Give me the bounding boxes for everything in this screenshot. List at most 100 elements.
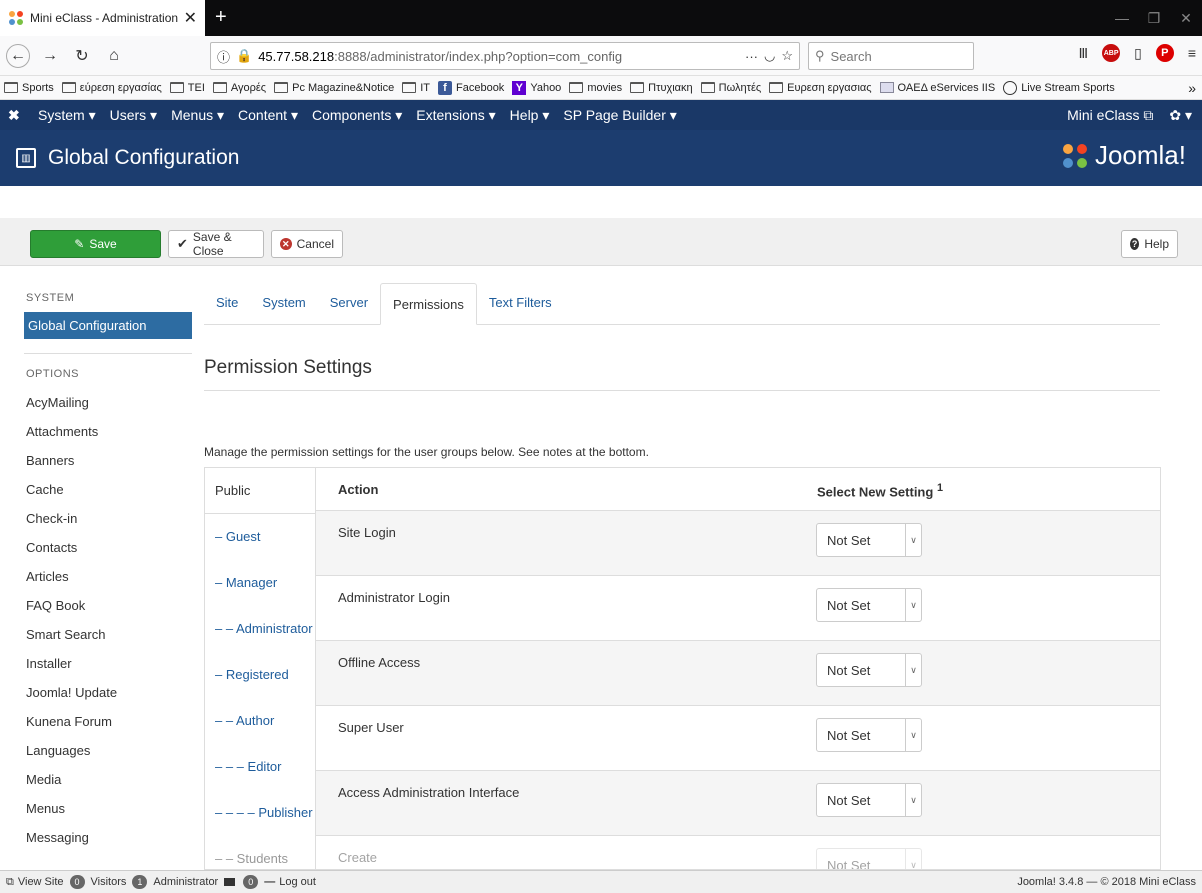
bookmark-item[interactable]: ΟΑΕΔ eServices IIS [879, 82, 995, 94]
joomla-menu-logo-icon[interactable]: ✖ [8, 107, 24, 124]
sidebar-item-global-configuration[interactable]: Global Configuration [24, 312, 192, 339]
help-button[interactable]: ? Help [1121, 230, 1178, 258]
sidebar-item-check-in[interactable]: Check-in [26, 504, 192, 533]
url-bar[interactable]: ⓘ 🔒 45.77.58.218:8888/administrator/inde… [210, 42, 800, 70]
adblock-icon[interactable]: ABP [1102, 44, 1121, 62]
sidebar-item-faq-book[interactable]: FAQ Book [26, 591, 192, 620]
save-close-button[interactable]: ✔ Save & Close [168, 230, 264, 258]
messages-count-badge[interactable]: 0 [243, 875, 259, 889]
bookmark-item[interactable]: Πωλητές [700, 82, 761, 94]
bookmark-item[interactable]: Y Yahoo [512, 80, 561, 95]
user-group-tab[interactable]: – Manager [205, 560, 315, 606]
window-close-icon[interactable]: ✕ [1170, 0, 1202, 36]
administrator-label[interactable]: Administrator [153, 876, 218, 888]
bookmark-star-icon[interactable]: ☆ [781, 48, 793, 64]
view-site-link[interactable]: View Site [18, 876, 64, 888]
more-bookmarks-icon[interactable]: » [1188, 80, 1196, 96]
menu-components[interactable]: Components ▾ [312, 107, 402, 124]
menu-extensions[interactable]: Extensions ▾ [416, 107, 495, 124]
url-host: 45.77.58.218 [258, 48, 335, 64]
tab-server[interactable]: Server [318, 282, 380, 324]
user-group-tab[interactable]: – – Administrator [205, 606, 315, 652]
sidebar-item-attachments[interactable]: Attachments [26, 417, 192, 446]
sidebar-item-articles[interactable]: Articles [26, 562, 192, 591]
user-group-tab[interactable]: Public [205, 468, 315, 514]
bookmark-item[interactable]: Sports [4, 82, 54, 94]
menu-help[interactable]: Help ▾ [510, 107, 550, 124]
sidebar-item-acymailing[interactable]: AcyMailing [26, 388, 192, 417]
bookmark-item[interactable]: εύρεση εργασίας [61, 82, 162, 94]
save-button[interactable]: ✎ Save [30, 230, 161, 258]
sidebar-item-installer[interactable]: Installer [26, 649, 192, 678]
sidebar-item-cache[interactable]: Cache [26, 475, 192, 504]
library-icon[interactable]: Ⅲ [1078, 45, 1088, 62]
permission-select[interactable]: Not Set ∨ [816, 523, 922, 557]
table-row: Site Login Not Set ∨ [316, 510, 1160, 576]
bookmark-label: Ευρεση εργασιας [787, 81, 872, 94]
insecure-lock-icon[interactable]: 🔒 [236, 48, 252, 64]
tab-site[interactable]: Site [204, 282, 250, 324]
menu-sp-page-builder[interactable]: SP Page Builder ▾ [563, 107, 676, 124]
sidebar-item-kunena-forum[interactable]: Kunena Forum [26, 707, 192, 736]
bookmark-item[interactable]: Ευρεση εργασιας [769, 81, 872, 94]
reload-icon[interactable]: ↻ [70, 44, 94, 68]
tab-title: Mini eClass - Administration - [30, 11, 178, 25]
tab-permissions[interactable]: Permissions [380, 283, 477, 325]
new-tab-icon[interactable]: + [215, 0, 227, 36]
tab-system[interactable]: System [250, 282, 317, 324]
bookmark-item[interactable]: Πτυχιακη [630, 82, 693, 94]
back-icon[interactable]: ← [6, 43, 30, 68]
bookmark-item[interactable]: IT [402, 82, 430, 94]
search-input[interactable]: ⚲ Search [808, 42, 974, 70]
user-group-tab[interactable]: – – Students [205, 836, 315, 869]
reader-icon[interactable]: ▯ [1134, 45, 1142, 62]
sidebar-item-banners[interactable]: Banners [26, 446, 192, 475]
page-actions-icon[interactable]: ··· [745, 49, 758, 64]
home-icon[interactable]: ⌂ [102, 44, 126, 68]
user-group-tab[interactable]: – – Author [205, 698, 315, 744]
folder-icon [212, 82, 227, 93]
pocket-icon[interactable]: ◡ [764, 48, 775, 64]
site-link[interactable]: Mini eClass ⧉ [1067, 107, 1153, 124]
sidebar-item-menus[interactable]: Menus [26, 794, 192, 823]
visitors-label[interactable]: Visitors [91, 876, 127, 888]
forward-icon[interactable]: → [38, 44, 62, 68]
permission-select[interactable]: Not Set ∨ [816, 783, 922, 817]
permission-select[interactable]: Not Set ∨ [816, 848, 922, 869]
page-title: Global Configuration [48, 146, 240, 169]
cancel-button[interactable]: ✕ Cancel [271, 230, 343, 258]
minimize-icon[interactable]: — [1106, 0, 1138, 36]
sidebar-item-messaging[interactable]: Messaging [26, 823, 192, 852]
user-settings-menu[interactable]: ✿ ▾ [1169, 107, 1192, 124]
browser-tab[interactable]: Mini eClass - Administration - ✕ [0, 0, 205, 36]
info-icon[interactable]: ⓘ [217, 47, 230, 66]
sidebar-item-contacts[interactable]: Contacts [26, 533, 192, 562]
user-group-tab[interactable]: – – – – Publisher [205, 790, 315, 836]
bookmark-item[interactable]: f Facebook [438, 80, 504, 95]
permission-select[interactable]: Not Set ∨ [816, 718, 922, 752]
menu-icon[interactable]: ≡ [1188, 45, 1196, 61]
user-group-tab[interactable]: – – – Editor [205, 744, 315, 790]
bookmark-item[interactable]: Live Stream Sports [1003, 80, 1115, 95]
menu-content[interactable]: Content ▾ [238, 107, 298, 124]
logout-link[interactable]: Log out [279, 876, 316, 888]
menu-menus[interactable]: Menus ▾ [171, 107, 224, 124]
sidebar-item-media[interactable]: Media [26, 765, 192, 794]
bookmark-item[interactable]: Αγορές [212, 82, 266, 94]
sidebar-item-joomla-update[interactable]: Joomla! Update [26, 678, 192, 707]
tab-close-icon[interactable]: ✕ [184, 8, 197, 28]
permission-select[interactable]: Not Set ∨ [816, 588, 922, 622]
bookmark-item[interactable]: Pc Magazine&Notice [274, 82, 394, 94]
permission-select[interactable]: Not Set ∨ [816, 653, 922, 687]
menu-users[interactable]: Users ▾ [110, 107, 157, 124]
menu-system[interactable]: System ▾ [38, 107, 96, 124]
tab-text-filters[interactable]: Text Filters [477, 282, 564, 324]
user-group-tab[interactable]: – Guest [205, 514, 315, 560]
bookmark-item[interactable]: movies [569, 82, 622, 94]
sidebar-item-smart-search[interactable]: Smart Search [26, 620, 192, 649]
sidebar-item-languages[interactable]: Languages [26, 736, 192, 765]
restore-icon[interactable]: ❐ [1138, 0, 1170, 36]
bookmark-item[interactable]: TEI [169, 82, 205, 94]
user-group-tab[interactable]: – Registered [205, 652, 315, 698]
pinterest-icon[interactable]: P [1155, 44, 1174, 62]
